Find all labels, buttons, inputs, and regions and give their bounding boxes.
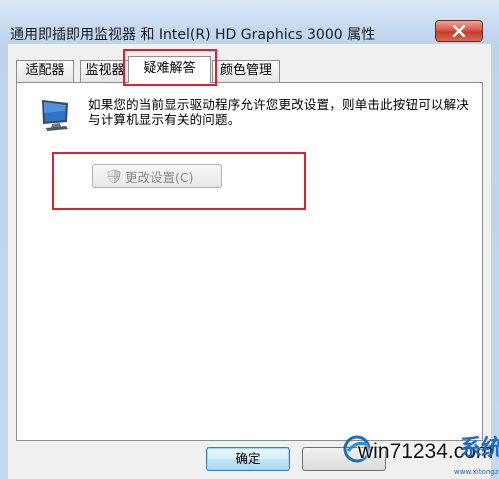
monitor-icon [42, 100, 68, 131]
highlight-box-tab [123, 49, 217, 86]
ok-button[interactable]: 确定 [206, 447, 290, 471]
title-bar[interactable]: 通用即插即用监视器 和 Intel(R) HD Graphics 3000 属性 [0, 0, 499, 44]
watermark-side-text: 系统 [460, 436, 499, 461]
window-title: 通用即插即用监视器 和 Intel(R) HD Graphics 3000 属性 [10, 27, 376, 43]
properties-dialog: 通用即插即用监视器 和 Intel(R) HD Graphics 3000 属性… [0, 0, 499, 479]
tab-color-management[interactable]: 颜色管理 [212, 60, 280, 82]
close-icon [452, 25, 466, 37]
highlight-box-button [52, 152, 306, 210]
troubleshoot-panel [16, 82, 483, 441]
close-button[interactable] [435, 20, 483, 42]
watermark: win71234.com 系统 www.xitongzu.com [342, 428, 499, 479]
troubleshoot-description: 如果您的当前显示驱动程序允许您更改设置，则单击此按钮可以解决与计算机显示有关的问… [88, 97, 470, 127]
watermark-url: www.xitongzu.com [454, 468, 499, 476]
tab-adapter[interactable]: 适配器 [16, 60, 74, 82]
